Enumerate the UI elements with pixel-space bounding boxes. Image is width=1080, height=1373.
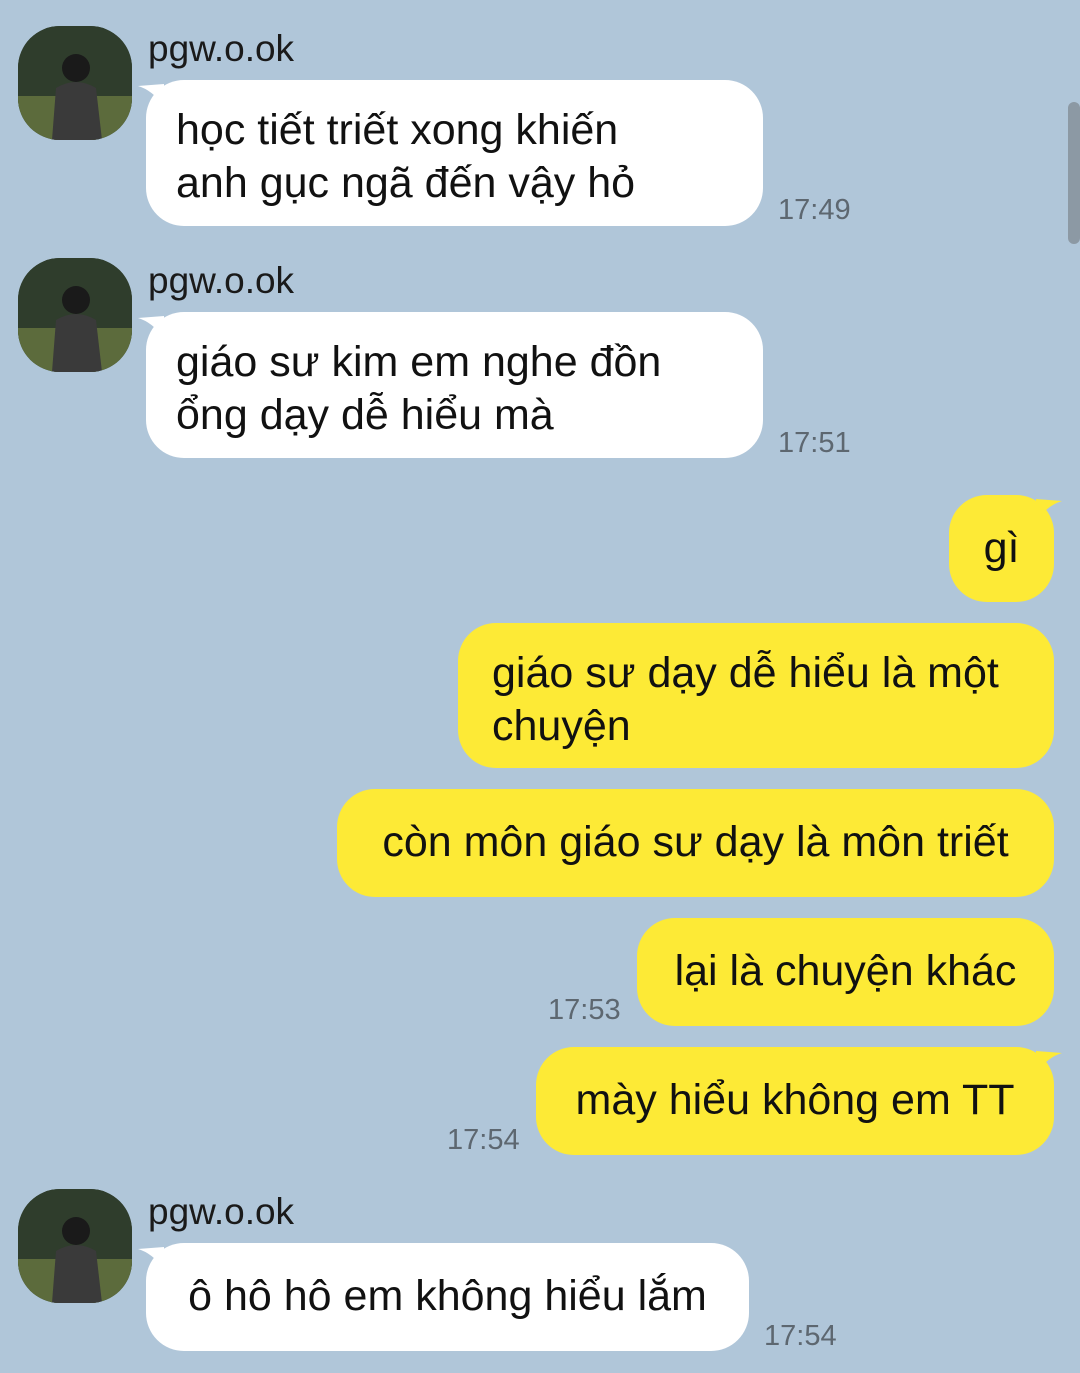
- avatar[interactable]: [18, 258, 132, 372]
- bubble-tail-icon: [138, 316, 164, 338]
- avatar-photo-icon: [18, 1189, 132, 1303]
- message-text-line: chuyện: [492, 702, 631, 750]
- scrollbar[interactable]: [1068, 102, 1080, 244]
- message-time: 17:54: [764, 1320, 837, 1352]
- bubble-tail-icon: [138, 1247, 164, 1269]
- message-bubble-outgoing[interactable]: lại là chuyện khác: [637, 918, 1054, 1026]
- message-time: 17:49: [778, 194, 851, 226]
- message-text-line: giáo sư kim em nghe đồn: [176, 338, 662, 386]
- message-text: gì: [983, 524, 1020, 572]
- message-text-line: học tiết triết xong khiến: [176, 106, 619, 154]
- sender-name: pgw.o.ok: [148, 260, 295, 301]
- message-text: còn môn giáo sư dạy là môn triết: [382, 818, 1009, 866]
- message-bubble-outgoing[interactable]: giáo sư dạy dễ hiểu là một chuyện: [458, 623, 1054, 768]
- message-text: lại là chuyện khác: [674, 947, 1017, 995]
- message-time: 17:54: [447, 1124, 520, 1156]
- message-bubble-outgoing[interactable]: mày hiểu không em TT: [536, 1047, 1054, 1155]
- avatar[interactable]: [18, 1189, 132, 1303]
- message-time: 17:51: [778, 427, 851, 459]
- message-text-line: giáo sư dạy dễ hiểu là một: [492, 649, 999, 697]
- sender-name: pgw.o.ok: [148, 28, 295, 69]
- message-bubble-incoming[interactable]: học tiết triết xong khiến anh gục ngã đế…: [146, 80, 763, 226]
- bubble-tail-icon: [138, 84, 164, 106]
- message-time: 17:53: [548, 994, 621, 1026]
- message-text: mày hiểu không em TT: [575, 1076, 1015, 1124]
- message-bubble-incoming[interactable]: ô hô hô em không hiểu lắm: [146, 1243, 749, 1351]
- avatar-photo-icon: [18, 26, 132, 140]
- bubble-tail-icon: [1036, 1051, 1062, 1073]
- avatar-photo-icon: [18, 258, 132, 372]
- message-bubble-outgoing[interactable]: còn môn giáo sư dạy là môn triết: [337, 789, 1054, 897]
- message-text: ô hô hô em không hiểu lắm: [188, 1272, 707, 1320]
- message-text-line: ổng dạy dễ hiểu mà: [176, 391, 554, 439]
- message-bubble-incoming[interactable]: giáo sư kim em nghe đồn ổng dạy dễ hiểu …: [146, 312, 763, 458]
- bubble-tail-icon: [1036, 499, 1062, 521]
- sender-name: pgw.o.ok: [148, 1191, 295, 1232]
- message-text-line: anh gục ngã đến vậy hỏ: [176, 159, 636, 207]
- avatar[interactable]: [18, 26, 132, 140]
